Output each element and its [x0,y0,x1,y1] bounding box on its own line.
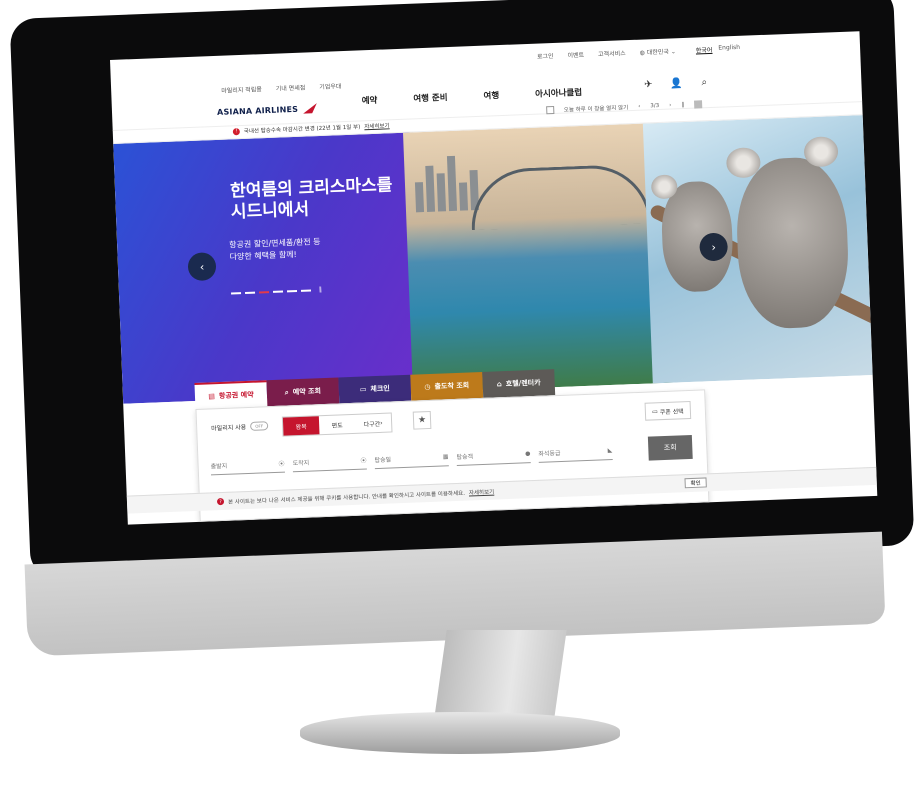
nav-travel[interactable]: 여행 [483,89,499,102]
seat-icon: ◣ [607,447,613,455]
header-icons: ✈ 👤 ⌕ [641,75,711,92]
hero-subtitle: 항공권 할인/면세품/환전 등 다양한 혜택을 함께! [229,236,321,263]
tab-arrival-departure[interactable]: ◷ 출도착 조회 [410,371,484,401]
hotel-icon: ⌂ [496,380,503,389]
country-select[interactable]: ◍ 대한민국 ⌄ [639,46,676,56]
language-switch: 한국어 English [696,44,741,55]
clock-icon: ◷ [424,382,431,392]
pager-dot[interactable] [230,291,242,295]
monitor-mockup: { "util_left": ["마일리지 적립몰","기내 면세점","기업우… [0,0,917,786]
mileage-label: 마일리지 사용 [211,424,247,433]
util-links-right: 로그인 이벤트 고객서비스 ◍ 대한민국 ⌄ 한국어 English [537,44,740,61]
hero-title: 한여름의 크리스마스를 시드니에서 [230,175,394,223]
logo-text: ASIANA AIRLINES [216,104,299,117]
date-field[interactable]: 탑승일 ▦ [374,448,449,470]
close-popup-icon[interactable] [693,100,703,109]
search-button[interactable]: 조회 [647,434,693,461]
pause-icon[interactable]: ‖ [681,102,684,108]
next-icon[interactable]: › [669,102,671,108]
destination-field[interactable]: 도착지 ⦿ [292,451,367,473]
coupon-icon: ▭ [651,407,658,415]
trip-type: 왕복 편도 다구간 › [281,412,393,437]
location-pin-icon: ⦿ [278,460,285,468]
util-link-corporate[interactable]: 기업우대 [319,81,341,91]
util-link-mileage-mall[interactable]: 마일리지 적립몰 [221,84,262,95]
tab-hotel-rentacar[interactable]: ⌂ 호텔/렌터카 [482,369,556,398]
trip-oneway[interactable]: 편도 [319,415,356,434]
pager-dot[interactable] [244,291,256,294]
chevron-left-icon: ‹ [199,260,205,274]
pager-dot[interactable] [300,288,312,292]
chevron-right-icon: › [711,240,717,254]
location-pin-icon: ⦿ [360,457,367,465]
seat-class-field[interactable]: 좌석등급 ◣ [538,442,613,463]
main-nav: 예약 여행 준비 여행 아시아나클럽 [362,86,583,106]
screen: 마일리지 적립몰 기내 면세점 기업우대 로그인 이벤트 고객서비스 ◍ 대한민… [110,31,878,525]
calendar-icon: ▤ [208,392,216,401]
globe-icon: ◍ [639,49,646,57]
hero-banner: 한여름의 크리스마스를 시드니에서 항공권 할인/면세품/환전 등 다양한 혜택… [113,115,873,404]
ticket-icon: ▭ [359,385,367,394]
popup-page-indicator: 3/3 [650,102,660,110]
nav-booking[interactable]: 예약 [362,94,378,107]
cookie-more-link[interactable]: 자세히보기 [469,487,495,496]
notice-alert-icon: ! [232,127,240,135]
pause-icon[interactable]: ‖ [319,286,322,293]
hero-gradient-panel [113,132,423,404]
pager-dot[interactable] [286,289,298,292]
person-icon: ● [525,450,531,458]
trip-multicity[interactable]: 다구간 › [355,413,392,432]
lang-korean[interactable]: 한국어 [696,45,713,55]
trip-roundtrip[interactable]: 왕복 [282,416,320,436]
search-icon[interactable]: ⌕ [697,75,712,90]
my-account-icon[interactable]: 👤 [669,76,684,91]
tab-reservation-lookup[interactable]: ⌕ 예약 조회 [266,377,340,407]
event-link[interactable]: 이벤트 [567,50,584,60]
mileage-toggle[interactable]: OFF [250,421,269,431]
util-link-duty-free[interactable]: 기내 면세점 [276,83,306,93]
util-links-left: 마일리지 적립몰 기내 면세점 기업우대 [221,81,341,95]
tab-flight-booking[interactable]: ▤ 항공권 예약 [194,380,268,409]
nav-asiana-club[interactable]: 아시아나클럽 [535,86,582,100]
pager-dot[interactable] [272,290,284,293]
coupon-button[interactable]: ▭ 쿠폰 선택 [644,400,692,421]
search-fields: 출발지 ⦿ 도착지 ⦿ 탑승일 ▦ 탑승객 ● 좌석등급 ◣ [210,442,613,476]
dont-show-today-checkbox[interactable] [545,106,554,115]
calendar-icon: ▦ [442,453,449,461]
search-icon: ⌕ [284,387,289,397]
monitor-stand-neck [433,630,567,725]
passenger-field[interactable]: 탑승객 ● [456,445,531,466]
cookie-info-icon: ? [216,497,225,506]
lang-english[interactable]: English [718,44,740,54]
prev-icon[interactable]: ‹ [638,104,640,110]
tab-checkin[interactable]: ▭ 체크인 [338,374,412,404]
plane-icon[interactable]: ✈ [641,77,656,92]
mileage-toggle-row: 마일리지 사용 OFF [211,421,269,433]
logo-wing-icon [303,103,317,114]
nav-travel-prep[interactable]: 여행 준비 [413,91,448,104]
monitor-stand-foot [300,712,620,754]
pager-dot-active[interactable] [258,290,270,293]
koala-right [734,155,851,330]
origin-field[interactable]: 출발지 ⦿ [210,454,285,476]
logo[interactable]: ASIANA AIRLINES [217,102,319,118]
customer-service-link[interactable]: 고객서비스 [598,48,626,58]
notice-more-link[interactable]: 자세히보기 [364,121,390,130]
favorite-star-icon[interactable]: ★ [412,410,432,430]
cookie-confirm-button[interactable]: 확인 [684,477,707,489]
login-link[interactable]: 로그인 [537,51,554,61]
